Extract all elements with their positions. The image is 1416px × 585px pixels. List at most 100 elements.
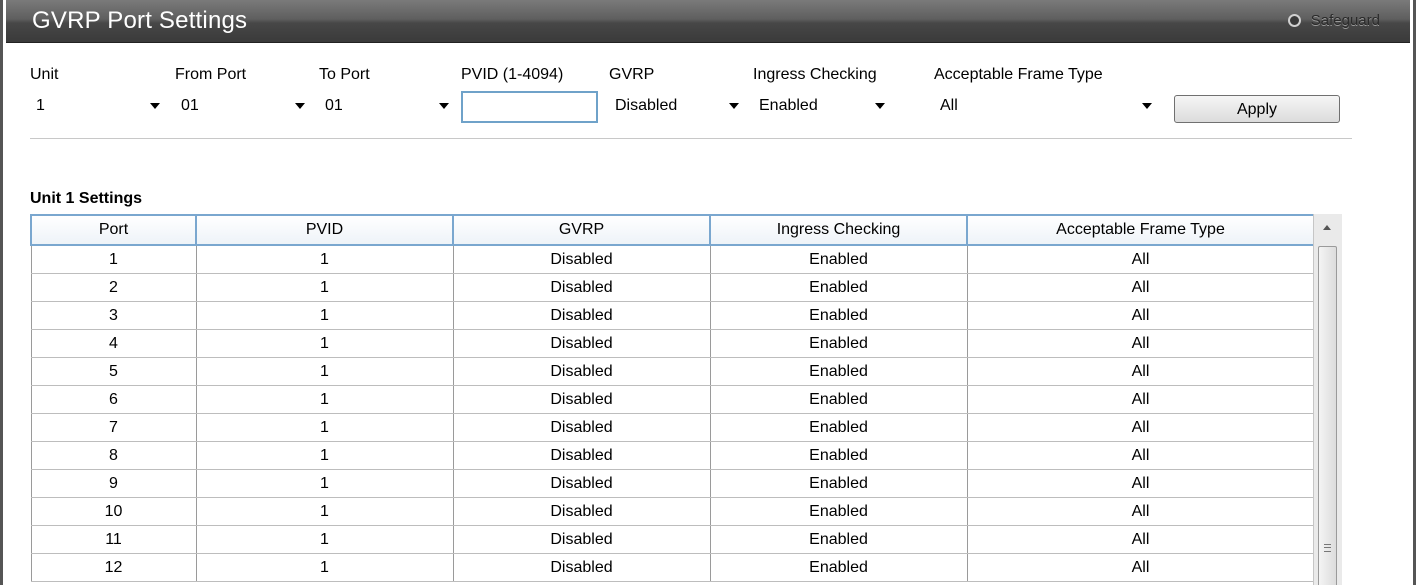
- cell-gvrp: Disabled: [452, 525, 711, 554]
- cell-pvid: 1: [195, 497, 454, 526]
- chevron-down-icon: [295, 103, 305, 109]
- table-row: 12 1 Disabled Enabled All: [30, 553, 1315, 582]
- port-settings-table: Port PVID GVRP Ingress Checking Acceptable F…: [30, 214, 1315, 582]
- cell-gvrp: Disabled: [452, 329, 711, 358]
- cell-pvid: 1: [195, 385, 454, 414]
- cell-pvid: 1: [195, 525, 454, 554]
- cell-gvrp: Disabled: [452, 413, 711, 442]
- column-header-port: Port: [30, 214, 197, 246]
- chevron-down-icon: [439, 103, 449, 109]
- unit-select[interactable]: 1: [30, 91, 168, 121]
- cell-port: 6: [30, 385, 197, 414]
- cell-port: 3: [30, 301, 197, 330]
- scroll-up-arrow-icon[interactable]: [1323, 225, 1331, 230]
- cell-pvid: 1: [195, 301, 454, 330]
- cell-gvrp: Disabled: [452, 273, 711, 302]
- cell-port: 11: [30, 525, 197, 554]
- cell-gvrp: Disabled: [452, 553, 711, 582]
- cell-ingress-checking: Enabled: [709, 441, 968, 470]
- cell-acceptable-frame-type: All: [966, 553, 1315, 582]
- cell-port: 2: [30, 273, 197, 302]
- acceptable-frame-type-label: Acceptable Frame Type: [934, 66, 1103, 83]
- table-row: 2 1 Disabled Enabled All: [30, 273, 1315, 302]
- acceptable-frame-type-select[interactable]: All: [934, 91, 1160, 121]
- cell-port: 9: [30, 469, 197, 498]
- divider: [30, 138, 1352, 139]
- cell-port: 8: [30, 441, 197, 470]
- cell-acceptable-frame-type: All: [966, 357, 1315, 386]
- apply-button[interactable]: Apply: [1174, 95, 1340, 123]
- scrollbar-thumb[interactable]: [1318, 246, 1337, 585]
- gvrp-select-value: Disabled: [615, 97, 678, 114]
- acceptable-frame-type-select-value: All: [940, 97, 958, 114]
- column-header-ingress-checking: Ingress Checking: [709, 214, 968, 246]
- cell-port: 12: [30, 553, 197, 582]
- column-header-acceptable-frame-type: Acceptable Frame Type: [966, 214, 1315, 246]
- cell-pvid: 1: [195, 413, 454, 442]
- gvrp-label: GVRP: [609, 66, 655, 83]
- cell-ingress-checking: Enabled: [709, 413, 968, 442]
- cell-port: 4: [30, 329, 197, 358]
- column-header-pvid: PVID: [195, 214, 454, 246]
- cell-ingress-checking: Enabled: [709, 525, 968, 554]
- cell-ingress-checking: Enabled: [709, 301, 968, 330]
- title-bar: GVRP Port Settings Safeguard: [6, 0, 1410, 43]
- cell-acceptable-frame-type: All: [966, 385, 1315, 414]
- cell-pvid: 1: [195, 469, 454, 498]
- cell-pvid: 1: [195, 329, 454, 358]
- cell-acceptable-frame-type: All: [966, 413, 1315, 442]
- cell-ingress-checking: Enabled: [709, 357, 968, 386]
- cell-acceptable-frame-type: All: [966, 497, 1315, 526]
- pvid-label: PVID (1-4094): [461, 66, 564, 83]
- ingress-checking-select[interactable]: Enabled: [753, 91, 893, 121]
- cell-port: 10: [30, 497, 197, 526]
- unit-settings-title: Unit 1 Settings: [30, 190, 143, 207]
- cell-port: 7: [30, 413, 197, 442]
- cell-ingress-checking: Enabled: [709, 273, 968, 302]
- cell-gvrp: Disabled: [452, 245, 711, 274]
- table-row: 3 1 Disabled Enabled All: [30, 301, 1315, 330]
- cell-port: 5: [30, 357, 197, 386]
- cell-ingress-checking: Enabled: [709, 245, 968, 274]
- cell-gvrp: Disabled: [452, 497, 711, 526]
- table-row: 9 1 Disabled Enabled All: [30, 469, 1315, 498]
- pvid-input[interactable]: [461, 91, 598, 123]
- table-row: 4 1 Disabled Enabled All: [30, 329, 1315, 358]
- cell-gvrp: Disabled: [452, 385, 711, 414]
- cell-gvrp: Disabled: [452, 441, 711, 470]
- from-port-select[interactable]: 01: [175, 91, 313, 121]
- to-port-select-value: 01: [325, 97, 343, 114]
- table-row: 7 1 Disabled Enabled All: [30, 413, 1315, 442]
- chevron-down-icon: [150, 103, 160, 109]
- to-port-select[interactable]: 01: [319, 91, 457, 121]
- safeguard-label: Safeguard: [1310, 12, 1380, 29]
- gvrp-select[interactable]: Disabled: [609, 91, 747, 121]
- cell-ingress-checking: Enabled: [709, 497, 968, 526]
- cell-acceptable-frame-type: All: [966, 441, 1315, 470]
- cell-acceptable-frame-type: All: [966, 469, 1315, 498]
- cell-pvid: 1: [195, 357, 454, 386]
- table-row: 10 1 Disabled Enabled All: [30, 497, 1315, 526]
- cell-ingress-checking: Enabled: [709, 329, 968, 358]
- safeguard-indicator[interactable]: Safeguard: [1287, 12, 1380, 29]
- table-scrollbar[interactable]: [1313, 214, 1342, 585]
- chevron-down-icon: [729, 103, 739, 109]
- cell-ingress-checking: Enabled: [709, 553, 968, 582]
- cell-pvid: 1: [195, 441, 454, 470]
- unit-label: Unit: [30, 66, 59, 83]
- gvrp-port-settings-panel: GVRP Port Settings Safeguard Unit From P…: [0, 0, 1416, 585]
- ingress-checking-label: Ingress Checking: [753, 66, 877, 83]
- from-port-label: From Port: [175, 66, 247, 83]
- cell-pvid: 1: [195, 273, 454, 302]
- table-row: 5 1 Disabled Enabled All: [30, 357, 1315, 386]
- table-header-row: Port PVID GVRP Ingress Checking Acceptable F…: [30, 214, 1315, 246]
- cell-ingress-checking: Enabled: [709, 385, 968, 414]
- table-row: 6 1 Disabled Enabled All: [30, 385, 1315, 414]
- column-header-gvrp: GVRP: [452, 214, 711, 246]
- cell-acceptable-frame-type: All: [966, 329, 1315, 358]
- cell-acceptable-frame-type: All: [966, 525, 1315, 554]
- cell-pvid: 1: [195, 553, 454, 582]
- chevron-down-icon: [1142, 103, 1152, 109]
- cell-acceptable-frame-type: All: [966, 301, 1315, 330]
- table-row: 8 1 Disabled Enabled All: [30, 441, 1315, 470]
